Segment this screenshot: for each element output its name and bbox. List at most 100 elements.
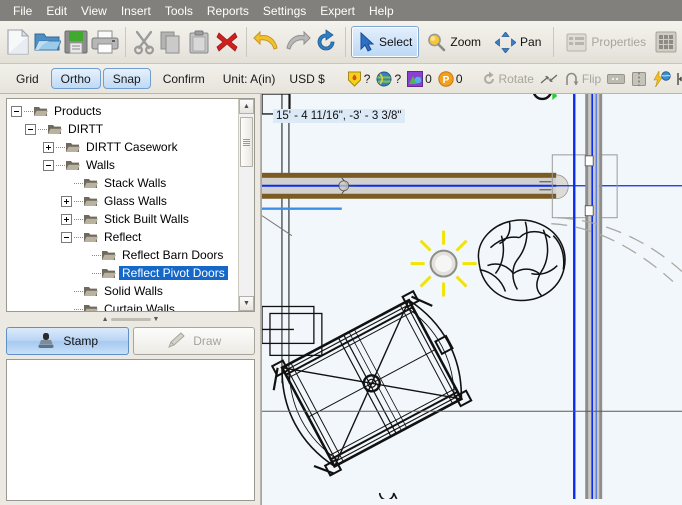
split-rect-icon bbox=[632, 71, 647, 86]
tree-node-reflect[interactable]: Reflect bbox=[11, 228, 238, 246]
tree-node-reflect-pivot-doors[interactable]: Reflect Pivot Doors bbox=[11, 264, 238, 282]
expand-expander-icon[interactable] bbox=[61, 195, 72, 207]
folder-icon bbox=[83, 213, 98, 225]
product-tree-content: Products DIRTT DIRTT Casework Walls Stac… bbox=[7, 99, 238, 311]
paste-clipboard-button[interactable] bbox=[185, 24, 213, 60]
scroll-right-arrow-icon[interactable]: ▼ bbox=[153, 316, 160, 323]
menu-item-tools[interactable]: Tools bbox=[158, 2, 200, 20]
collapse-expander-icon[interactable] bbox=[43, 159, 54, 171]
undo-arrow-button[interactable] bbox=[252, 24, 282, 60]
copy-button[interactable] bbox=[157, 24, 185, 60]
select-tool-button[interactable]: Select bbox=[351, 26, 420, 58]
tree-node-stick-built-walls[interactable]: Stick Built Walls bbox=[11, 210, 238, 228]
tree-dash bbox=[74, 308, 83, 310]
ortho-toggle-button[interactable]: Ortho bbox=[50, 68, 101, 89]
svg-text:P: P bbox=[442, 75, 449, 86]
stamp-icon bbox=[38, 333, 54, 348]
tree-node-label: Stick Built Walls bbox=[104, 212, 189, 226]
pan-tool-button[interactable]: Pan bbox=[488, 26, 548, 58]
menu-item-settings[interactable]: Settings bbox=[256, 2, 313, 20]
details-panel[interactable] bbox=[6, 359, 255, 501]
scroll-up-arrow-icon[interactable]: ▲ bbox=[239, 99, 254, 114]
quick-action-button[interactable] bbox=[651, 70, 673, 87]
toolbar-separator bbox=[345, 27, 346, 57]
properties-button[interactable]: Properties bbox=[559, 26, 653, 58]
menu-item-expert[interactable]: Expert bbox=[313, 2, 362, 20]
tree-node-solid-walls[interactable]: Solid Walls bbox=[11, 282, 238, 300]
menu-item-edit[interactable]: Edit bbox=[39, 2, 74, 20]
tree-node-glass-walls[interactable]: Glass Walls bbox=[11, 192, 238, 210]
tree-node-dirtt-casework[interactable]: DIRTT Casework bbox=[11, 138, 238, 156]
folder-icon bbox=[101, 249, 116, 261]
tree-node-label: DIRTT bbox=[68, 122, 104, 136]
properties-label: Properties bbox=[591, 35, 647, 49]
zoom-tool-button[interactable]: Zoom bbox=[419, 26, 488, 58]
zoom-tool-label: Zoom bbox=[450, 35, 482, 49]
menu-item-view[interactable]: View bbox=[74, 2, 114, 20]
pan-tool-label: Pan bbox=[520, 35, 542, 49]
collapse-expander-icon[interactable] bbox=[11, 105, 22, 117]
collapse-expander-icon[interactable] bbox=[61, 231, 72, 243]
tree-node-reflect-barn-doors[interactable]: Reflect Barn Doors bbox=[11, 246, 238, 264]
tree-dash bbox=[92, 272, 101, 274]
globe-status-value: ? bbox=[394, 71, 402, 86]
tree-node-walls[interactable]: Walls bbox=[11, 156, 238, 174]
tree-dash bbox=[92, 254, 101, 256]
main-body: Products DIRTT DIRTT Casework Walls Stac… bbox=[0, 94, 682, 505]
globe-status-indicator[interactable]: ? bbox=[374, 71, 403, 87]
dashed-rect-button[interactable] bbox=[605, 72, 627, 86]
tree-dash bbox=[74, 218, 83, 220]
expand-expander-icon[interactable] bbox=[61, 213, 72, 225]
menu-item-reports[interactable]: Reports bbox=[200, 2, 256, 20]
flip-uturn-icon bbox=[566, 72, 579, 85]
scrollbar-thumb[interactable] bbox=[240, 117, 253, 167]
collapse-expander-icon[interactable] bbox=[25, 123, 36, 135]
split-rect-button[interactable] bbox=[629, 71, 649, 87]
menu-item-help[interactable]: Help bbox=[362, 2, 401, 20]
redo-arrow-button[interactable] bbox=[282, 24, 312, 60]
menu-item-insert[interactable]: Insert bbox=[114, 2, 158, 20]
open-folder-button[interactable] bbox=[32, 24, 62, 60]
save-floppy-button[interactable] bbox=[62, 24, 90, 60]
tree-node-stack-walls[interactable]: Stack Walls bbox=[11, 174, 238, 192]
grid-table-button[interactable] bbox=[653, 24, 679, 60]
menu-item-file[interactable]: File bbox=[6, 2, 39, 20]
print-button[interactable] bbox=[90, 24, 120, 60]
scroll-left-arrow-icon[interactable]: ▲ bbox=[102, 316, 109, 323]
tree-node-dirtt[interactable]: DIRTT bbox=[11, 120, 238, 138]
expand-expander-icon[interactable] bbox=[43, 141, 54, 153]
menu-bar: File Edit View Insert Tools Reports Sett… bbox=[0, 0, 682, 21]
snap-toggle-button[interactable]: Snap bbox=[102, 68, 151, 89]
align-left-button[interactable] bbox=[675, 71, 682, 87]
refresh-button[interactable] bbox=[312, 24, 340, 60]
image-count-indicator[interactable]: 0 bbox=[405, 70, 434, 87]
tree-horizontal-scrollbar[interactable]: ▲ ▼ bbox=[6, 314, 255, 324]
rotate-icon bbox=[483, 71, 494, 84]
product-tree[interactable]: Products DIRTT DIRTT Casework Walls Stac… bbox=[6, 98, 255, 312]
coordinate-readout: 15' - 4 11/16", -3' - 3 3/8" bbox=[273, 109, 405, 123]
delete-red-x-button[interactable] bbox=[213, 24, 241, 60]
scroll-down-arrow-icon[interactable]: ▼ bbox=[239, 296, 254, 311]
folder-icon bbox=[83, 177, 98, 189]
drawing-canvas[interactable]: 15' - 4 11/16", -3' - 3 3/8" EC 01 bbox=[261, 94, 682, 505]
stamp-mode-button[interactable]: Stamp bbox=[6, 327, 129, 355]
mirror-button[interactable] bbox=[538, 71, 560, 87]
confirm-button[interactable]: Confirm bbox=[153, 68, 215, 89]
hscroll-thumb[interactable] bbox=[110, 317, 151, 321]
draw-mode-button[interactable]: Draw bbox=[132, 327, 255, 355]
folder-icon bbox=[83, 195, 98, 207]
folder-icon bbox=[47, 123, 62, 135]
price-count-indicator[interactable]: P 0 bbox=[436, 70, 465, 87]
tree-node-products[interactable]: Products bbox=[11, 102, 238, 120]
cut-scissors-button[interactable] bbox=[131, 24, 157, 60]
unit-indicator: Unit: A(in) bbox=[222, 71, 276, 86]
rotate-label: Rotate bbox=[498, 71, 534, 86]
rotate-button[interactable]: Rotate bbox=[479, 71, 536, 87]
shield-status-indicator[interactable]: ? bbox=[345, 71, 373, 87]
tree-node-curtain-walls[interactable]: Curtain Walls bbox=[11, 300, 238, 311]
folder-icon bbox=[33, 105, 48, 117]
tree-vertical-scrollbar[interactable]: ▲ ▼ bbox=[238, 99, 254, 311]
new-document-button[interactable] bbox=[4, 24, 32, 60]
flip-button[interactable]: Flip bbox=[562, 71, 603, 87]
grid-toggle-button[interactable]: Grid bbox=[6, 68, 49, 89]
